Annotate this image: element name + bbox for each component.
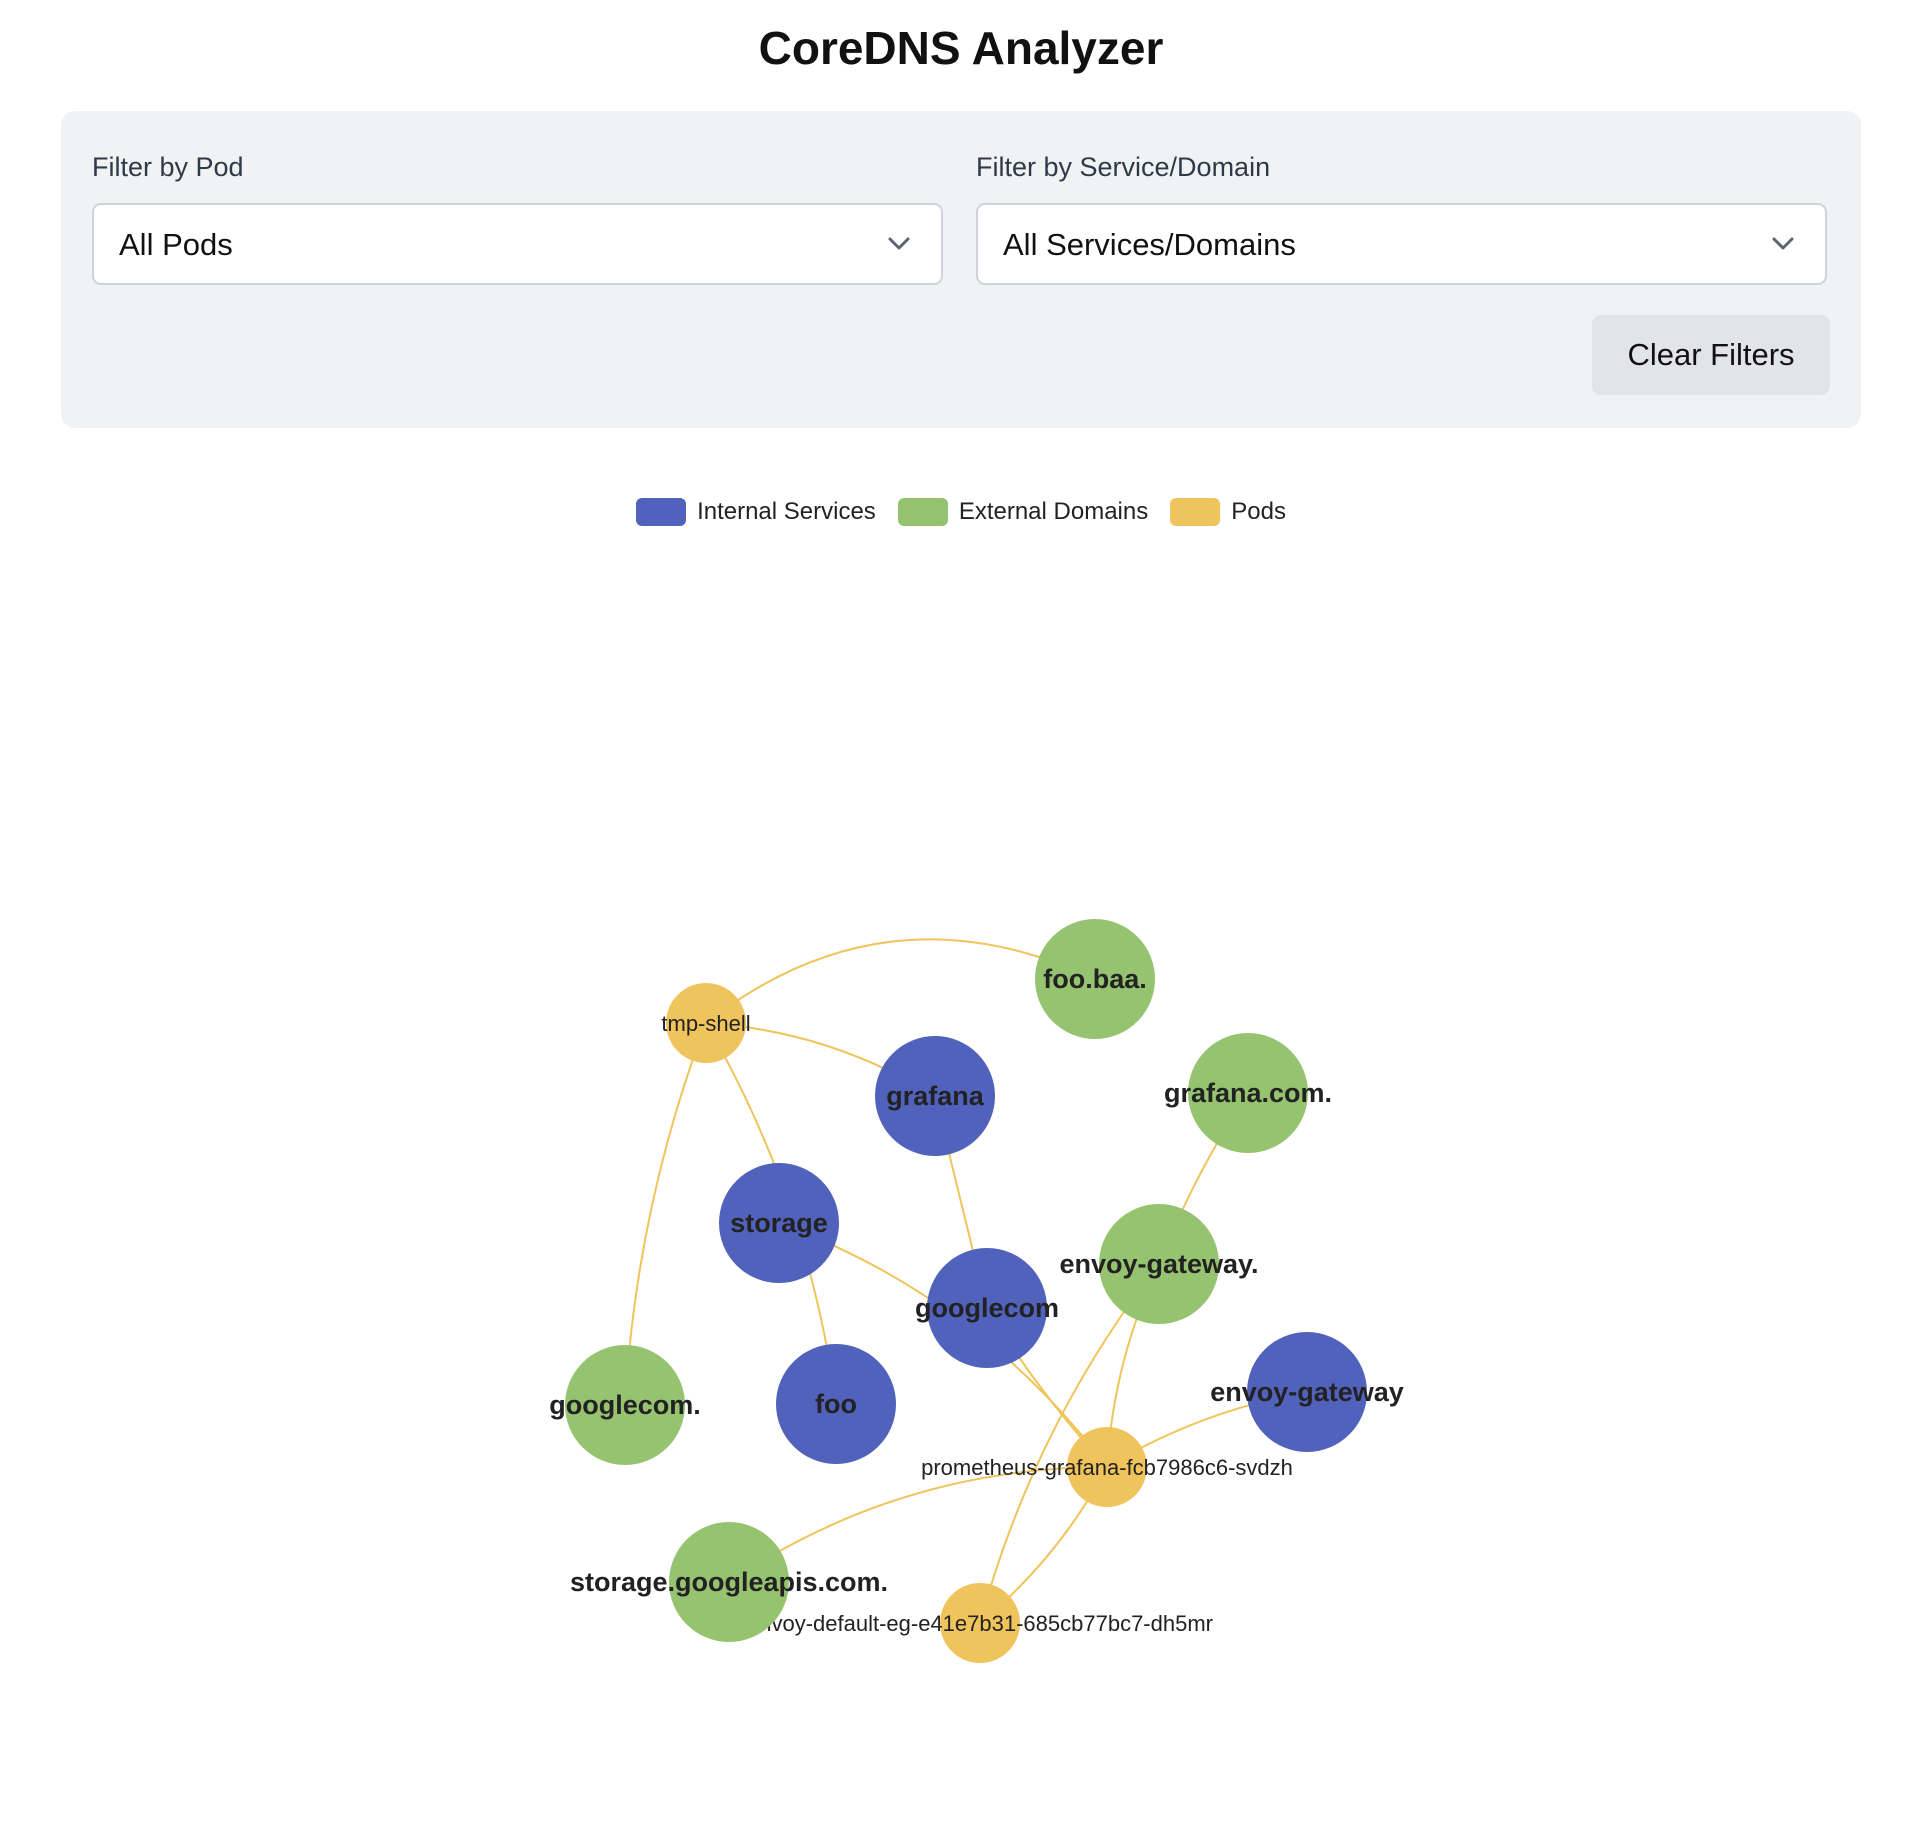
- page: CoreDNS Analyzer Filter by Pod All Pods …: [0, 0, 1922, 1826]
- graph-node-internal[interactable]: grafana: [875, 1036, 995, 1156]
- graph-node-pod[interactable]: tmp-shell: [661, 983, 751, 1063]
- graph-node-label: prometheus-grafana-fcb7986c6-svdzh: [921, 1455, 1293, 1480]
- graph-node-internal[interactable]: storage: [719, 1163, 839, 1283]
- graph-node-label: envoy-gateway: [1210, 1377, 1404, 1407]
- graph-node-external[interactable]: envoy-gateway.: [1059, 1204, 1259, 1324]
- graph-node-label: googlecom: [915, 1293, 1059, 1323]
- graph-node-label: foo: [815, 1389, 857, 1419]
- graph-node-internal[interactable]: envoy-gateway: [1210, 1332, 1404, 1452]
- graph-node-label: tmp-shell: [661, 1011, 750, 1036]
- dns-graph[interactable]: tmp-shell prometheus-grafana-fcb7986c6-sv…: [0, 0, 1922, 1826]
- graph-node-label: googlecom.: [549, 1390, 701, 1420]
- graph-node-external[interactable]: foo.baa.: [1035, 919, 1155, 1039]
- graph-node-internal[interactable]: foo: [776, 1344, 896, 1464]
- graph-node-label: grafana.com.: [1164, 1078, 1332, 1108]
- graph-node-internal[interactable]: googlecom: [915, 1248, 1059, 1368]
- graph-node-label: storage: [730, 1208, 828, 1238]
- graph-node-external[interactable]: googlecom.: [549, 1345, 701, 1465]
- graph-node-label: envoy-gateway.: [1059, 1249, 1258, 1279]
- graph-node-pod[interactable]: prometheus-grafana-fcb7986c6-svdzh: [921, 1427, 1293, 1507]
- graph-nodes: tmp-shell prometheus-grafana-fcb7986c6-sv…: [549, 919, 1404, 1663]
- graph-node-external[interactable]: grafana.com.: [1164, 1033, 1332, 1153]
- graph-node-label: envoy-default-eg-e41e7b31-685cb77bc7-dh5…: [747, 1611, 1213, 1636]
- graph-node-label: storage.googleapis.com.: [570, 1567, 888, 1597]
- graph-node-label: grafana: [886, 1081, 985, 1111]
- graph-node-label: foo.baa.: [1043, 964, 1147, 994]
